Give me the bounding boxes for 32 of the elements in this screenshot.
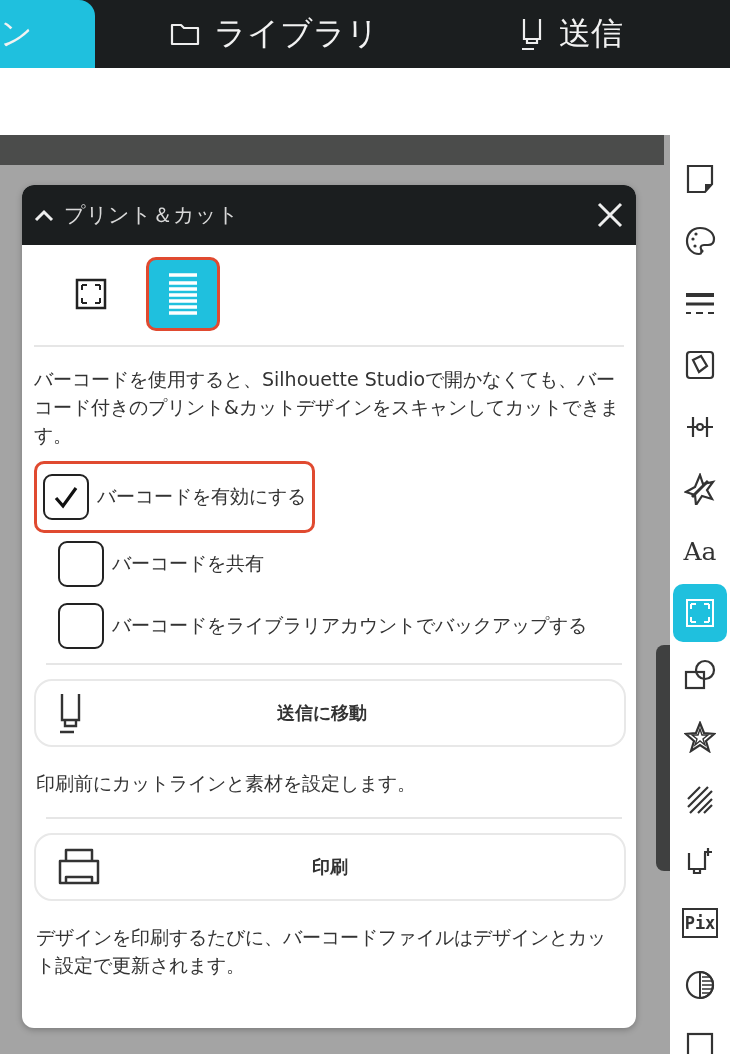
contrast-icon bbox=[684, 969, 716, 1001]
box-icon bbox=[684, 1031, 716, 1054]
folder-icon bbox=[170, 21, 200, 47]
checkbox[interactable] bbox=[58, 541, 104, 587]
collapse-chevron-icon[interactable] bbox=[34, 208, 54, 222]
checkbox-label: バーコードを共有 bbox=[112, 551, 264, 576]
help-text: 印刷前にカットラインと素材を設定します。 bbox=[36, 771, 417, 796]
tool-button[interactable]: Aa bbox=[673, 520, 727, 582]
star-icon bbox=[684, 721, 716, 753]
corner-marks-icon bbox=[684, 597, 716, 629]
close-icon[interactable] bbox=[596, 201, 624, 229]
description-text: バーコードを使用すると、Silhouette Studioで開かなくても、バーコード付きのプリント&カットデザインをスキャンしてカットできます。 bbox=[34, 367, 620, 448]
palette-icon bbox=[684, 225, 716, 257]
printer-icon bbox=[56, 847, 102, 887]
print-button[interactable]: 印刷 bbox=[34, 833, 626, 901]
panel-title: プリント＆カット bbox=[64, 202, 240, 229]
checkbox-label: バーコードを有効にする bbox=[97, 484, 306, 509]
checkbox-label: バーコードをライブラリアカウントでバックアップする bbox=[112, 613, 587, 638]
star-burst-icon bbox=[684, 473, 716, 505]
tab[interactable]: 送信 bbox=[499, 0, 643, 68]
page-icon bbox=[684, 163, 716, 195]
barcode-lines-icon bbox=[168, 272, 198, 316]
send-button[interactable]: 送信に移動 bbox=[34, 679, 626, 747]
checkmark-icon bbox=[53, 485, 79, 509]
tab[interactable]: ライブラリ bbox=[150, 0, 399, 68]
corner-marks-icon bbox=[74, 277, 108, 311]
shapes-icon bbox=[684, 659, 716, 691]
scrollbar-thumb[interactable] bbox=[656, 645, 670, 871]
checkbox[interactable] bbox=[58, 603, 104, 649]
tool-button[interactable]: Pix bbox=[673, 892, 727, 954]
help-text: デザインを印刷するたびに、バーコードファイルはデザインとカット設定で更新されます。 bbox=[36, 925, 607, 978]
checkbox[interactable] bbox=[43, 474, 89, 520]
